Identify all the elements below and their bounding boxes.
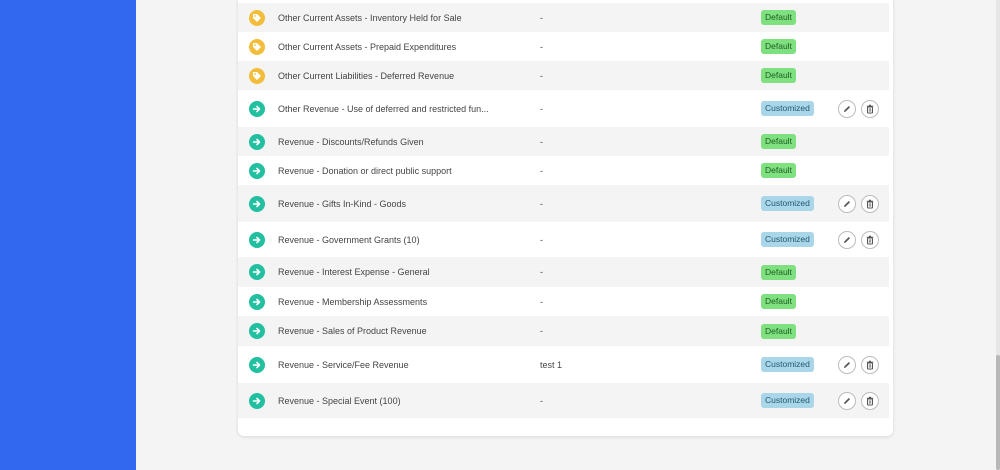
status-badge: Default [761, 134, 796, 149]
status-badge: Customized [761, 357, 814, 372]
account-name: Other Revenue - Use of deferred and rest… [278, 103, 489, 114]
account-name: Other Current Liabilities - Deferred Rev… [278, 70, 455, 81]
arrow-right-icon [249, 162, 265, 179]
account-name: Revenue - Government Grants (10) [278, 234, 420, 245]
account-description: - [540, 165, 543, 176]
table-row[interactable]: Revenue - Membership Assessments - Default [238, 287, 889, 316]
edit-icon[interactable] [838, 391, 856, 410]
trash-icon[interactable] [861, 230, 879, 249]
account-name: Other Current Assets - Prepaid Expenditu… [278, 41, 457, 52]
edit-icon[interactable] [838, 99, 856, 118]
account-description: test 1 [540, 359, 563, 370]
status-badge: Customized [761, 393, 814, 408]
status-badge: Default [761, 163, 796, 178]
status-badge: Default [761, 10, 796, 25]
tag-icon [249, 67, 265, 84]
arrow-right-icon [249, 231, 265, 248]
account-description: - [540, 326, 543, 336]
status-badge: Default [761, 264, 796, 280]
arrow-right-icon [249, 133, 265, 150]
table-row[interactable]: Other Current Assets - Inventory Held fo… [238, 3, 889, 32]
status-badge: Default [761, 39, 796, 54]
table-row[interactable]: Other Current Assets - Prepaid Expenditu… [238, 32, 889, 61]
trash-icon[interactable] [861, 194, 879, 213]
table-row[interactable]: Revenue - Sales of Product Revenue - Defau… [238, 316, 889, 346]
table-row[interactable]: Revenue - Government Grants (10) - Customi… [238, 222, 889, 257]
status-badge: Customized [761, 232, 814, 247]
account-description: - [540, 12, 543, 23]
arrow-right-icon [249, 356, 265, 373]
arrow-right-icon [249, 100, 265, 117]
accounts-list-card: Fixed Assets - Furniture and Equipment (… [238, 0, 893, 436]
account-description: - [540, 41, 543, 52]
trash-icon[interactable] [861, 391, 879, 410]
account-description: - [540, 70, 543, 81]
trash-icon[interactable] [861, 99, 879, 118]
account-description: - [540, 267, 543, 277]
table-row[interactable]: Revenue - Special Event (100) - Customized [238, 383, 889, 418]
account-name: Other Current Assets - Inventory Held fo… [278, 12, 462, 23]
account-name: Revenue - Membership Assessments [278, 296, 428, 307]
account-name: Revenue - Special Event (100) [278, 395, 401, 406]
arrow-right-icon [249, 264, 265, 280]
edit-icon[interactable] [838, 355, 856, 374]
tag-icon [249, 38, 265, 55]
page-scrollbar[interactable] [996, 0, 1000, 470]
table-row[interactable]: Revenue - Service/Fee Revenue test 1 Custo… [238, 346, 889, 383]
arrow-right-icon [249, 195, 265, 212]
table-row[interactable]: Revenue - Donation or direct public supp… [238, 156, 889, 185]
trash-icon[interactable] [861, 355, 879, 374]
account-description: - [540, 103, 543, 114]
status-badge: Default [761, 68, 796, 83]
account-description: - [540, 234, 543, 245]
account-name: Revenue - Interest Expense - General [278, 267, 430, 277]
status-badge: Customized [761, 196, 814, 211]
table-row[interactable]: Revenue - Discounts/Refunds Given - Defaul… [238, 127, 889, 156]
arrow-right-icon [249, 293, 265, 310]
account-name: Revenue - Discounts/Refunds Given [278, 136, 424, 147]
account-name: Revenue - Sales of Product Revenue [278, 326, 427, 336]
account-name: Revenue - Service/Fee Revenue [278, 359, 409, 370]
arrow-right-icon [249, 392, 265, 409]
edit-icon[interactable] [838, 230, 856, 249]
account-description: - [540, 198, 543, 209]
account-description: - [540, 136, 543, 147]
sidebar [0, 0, 136, 470]
table-row[interactable]: Other Current Liabilities - Deferred Rev… [238, 61, 889, 90]
status-badge: Default [761, 294, 796, 309]
table-row[interactable]: Revenue - Gifts In-Kind - Goods - Customiz… [238, 185, 889, 222]
table-row[interactable]: Other Revenue - Use of deferred and rest… [238, 90, 889, 127]
account-description: - [540, 296, 543, 307]
account-name: Revenue - Donation or direct public supp… [278, 165, 452, 176]
scrollbar-thumb[interactable] [996, 355, 1000, 470]
edit-icon[interactable] [838, 194, 856, 213]
arrow-right-icon [249, 323, 265, 339]
table-row[interactable]: Revenue - Interest Expense - General - Def… [238, 257, 889, 287]
status-badge: Default [761, 323, 796, 339]
tag-icon [249, 9, 265, 26]
account-name: Revenue - Gifts In-Kind - Goods [278, 198, 407, 209]
account-description: - [540, 395, 543, 406]
status-badge: Customized [761, 101, 814, 116]
